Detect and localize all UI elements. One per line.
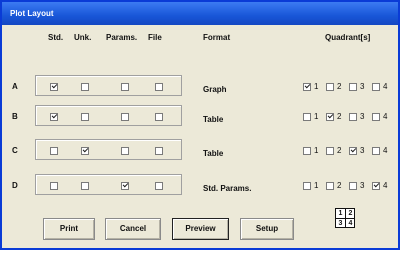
format-label-d: Std. Params. bbox=[203, 184, 252, 193]
row-label-a: A bbox=[12, 82, 18, 91]
quadrant-number-label: 1 bbox=[314, 181, 319, 190]
quadrant-number-label: 4 bbox=[383, 181, 388, 190]
quadrant-number-label: 2 bbox=[337, 146, 342, 155]
quadrant-number-label: 3 bbox=[360, 146, 365, 155]
std-checkbox-d[interactable] bbox=[50, 182, 58, 190]
quadrant-2-checkbox-b[interactable] bbox=[326, 113, 334, 121]
quadrant-number-label: 1 bbox=[314, 82, 319, 91]
window-title: Plot Layout bbox=[2, 2, 398, 25]
unk-checkbox-a[interactable] bbox=[81, 83, 89, 91]
unk-checkbox-b[interactable] bbox=[81, 113, 89, 121]
quadrant-number-label: 3 bbox=[360, 82, 365, 91]
unk-checkbox-d[interactable] bbox=[81, 182, 89, 190]
quadrant-3-checkbox-d[interactable] bbox=[349, 182, 357, 190]
quadrant-4-checkbox-a[interactable] bbox=[372, 83, 380, 91]
quadrant-number-label: 2 bbox=[337, 181, 342, 190]
header-quadrants: Quadrant[s] bbox=[325, 33, 371, 42]
quadrant-number-label: 4 bbox=[383, 112, 388, 121]
header-params: Params. bbox=[106, 33, 138, 42]
row-label-d: D bbox=[12, 181, 18, 190]
quadrant-2-checkbox-d[interactable] bbox=[326, 182, 334, 190]
format-label-c: Table bbox=[203, 149, 224, 158]
params-checkbox-b[interactable] bbox=[121, 113, 129, 121]
unk-checkbox-c[interactable] bbox=[81, 147, 89, 155]
std-checkbox-b[interactable] bbox=[50, 113, 58, 121]
quadrant-4-checkbox-d[interactable] bbox=[372, 182, 380, 190]
quadrant-1-checkbox-a[interactable] bbox=[303, 83, 311, 91]
file-checkbox-a[interactable] bbox=[155, 83, 163, 91]
format-label-a: Graph bbox=[203, 85, 227, 94]
header-file: File bbox=[148, 33, 162, 42]
plot-layout-dialog: Plot Layout Std. Unk. Params. File Forma… bbox=[0, 0, 400, 250]
file-checkbox-d[interactable] bbox=[155, 182, 163, 190]
quadrant-map-1: 1 bbox=[338, 210, 343, 217]
quadrant-number-label: 2 bbox=[337, 82, 342, 91]
quadrant-1-checkbox-b[interactable] bbox=[303, 113, 311, 121]
quadrant-3-checkbox-c[interactable] bbox=[349, 147, 357, 155]
file-checkbox-c[interactable] bbox=[155, 147, 163, 155]
format-label-b: Table bbox=[203, 115, 224, 124]
params-checkbox-a[interactable] bbox=[121, 83, 129, 91]
std-checkbox-c[interactable] bbox=[50, 147, 58, 155]
quadrant-map-icon: 1 2 3 4 bbox=[335, 208, 355, 228]
quadrant-number-label: 1 bbox=[314, 112, 319, 121]
header-std: Std. bbox=[48, 33, 64, 42]
row-label-c: C bbox=[12, 146, 18, 155]
params-checkbox-d[interactable] bbox=[121, 182, 129, 190]
params-checkbox-c[interactable] bbox=[121, 147, 129, 155]
row-label-b: B bbox=[12, 112, 18, 121]
quadrant-1-checkbox-c[interactable] bbox=[303, 147, 311, 155]
setup-button[interactable]: Setup bbox=[240, 218, 294, 240]
quadrant-number-label: 4 bbox=[383, 146, 388, 155]
quadrant-map-3: 3 bbox=[338, 220, 343, 227]
quadrant-4-checkbox-b[interactable] bbox=[372, 113, 380, 121]
quadrant-number-label: 3 bbox=[360, 181, 365, 190]
quadrant-number-label: 4 bbox=[383, 82, 388, 91]
header-unk: Unk. bbox=[74, 33, 92, 42]
cancel-button[interactable]: Cancel bbox=[105, 218, 161, 240]
quadrant-4-checkbox-c[interactable] bbox=[372, 147, 380, 155]
quadrant-3-checkbox-a[interactable] bbox=[349, 83, 357, 91]
file-checkbox-b[interactable] bbox=[155, 113, 163, 121]
quadrant-map-2: 2 bbox=[348, 210, 353, 217]
quadrant-3-checkbox-b[interactable] bbox=[349, 113, 357, 121]
print-button[interactable]: Print bbox=[43, 218, 95, 240]
quadrant-number-label: 2 bbox=[337, 112, 342, 121]
header-format: Format bbox=[203, 33, 231, 42]
quadrant-2-checkbox-a[interactable] bbox=[326, 83, 334, 91]
quadrant-1-checkbox-d[interactable] bbox=[303, 182, 311, 190]
quadrant-2-checkbox-c[interactable] bbox=[326, 147, 334, 155]
quadrant-number-label: 1 bbox=[314, 146, 319, 155]
std-checkbox-a[interactable] bbox=[50, 83, 58, 91]
quadrant-number-label: 3 bbox=[360, 112, 365, 121]
preview-button[interactable]: Preview bbox=[172, 218, 229, 240]
quadrant-map-4: 4 bbox=[348, 220, 353, 227]
